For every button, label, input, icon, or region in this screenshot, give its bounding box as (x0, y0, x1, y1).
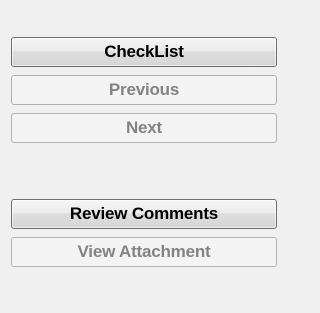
button-panel: CheckList Previous Next Review Comments … (0, 0, 281, 313)
review-comments-button[interactable]: Review Comments (11, 199, 277, 229)
checklist-button[interactable]: CheckList (11, 37, 277, 67)
previous-button[interactable]: Previous (11, 75, 277, 105)
view-attachment-button[interactable]: View Attachment (11, 237, 277, 267)
next-button[interactable]: Next (11, 113, 277, 143)
